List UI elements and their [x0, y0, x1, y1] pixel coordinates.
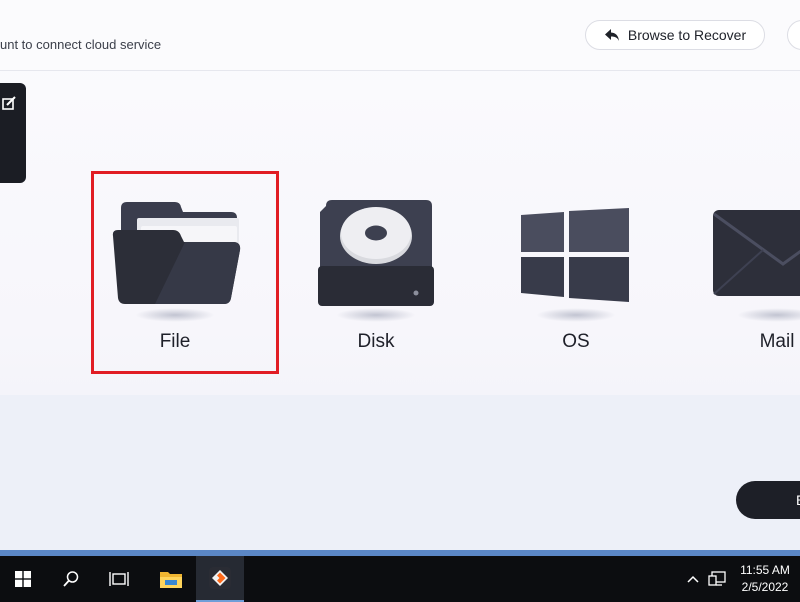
task-view-button[interactable]: [96, 556, 142, 602]
chevron-up-icon: [687, 575, 699, 583]
content-background: [0, 395, 800, 550]
edit-icon[interactable]: [2, 96, 16, 110]
task-view-icon: [109, 572, 129, 586]
app-window: unt to connect cloud service Browse to R…: [0, 0, 800, 550]
mail-tile-label: Mail: [759, 331, 795, 352]
network-button[interactable]: [704, 556, 730, 602]
disk-icon: [318, 200, 434, 306]
file-tile-label: File: [159, 331, 191, 352]
disk-tile-label: Disk: [357, 331, 395, 352]
clock-time: 11:55 AM: [740, 563, 790, 577]
os-tile[interactable]: OS: [496, 196, 656, 376]
back-arrow-icon: [604, 29, 619, 41]
disk-tile[interactable]: Disk: [296, 196, 456, 376]
file-explorer-icon: [160, 572, 182, 588]
top-bar: unt to connect cloud service Browse to R…: [0, 0, 800, 71]
recovery-app-taskbar-button[interactable]: [196, 556, 244, 602]
windows-icon: [521, 208, 629, 302]
taskbar-clock[interactable]: 11:55 AM 2/5/2022: [730, 562, 800, 596]
browse-to-recover-button[interactable]: Browse to Recover: [585, 20, 765, 50]
next-button[interactable]: E: [736, 481, 800, 519]
search-button[interactable]: [48, 556, 94, 602]
more-options-button[interactable]: [787, 20, 800, 50]
mail-icon: [713, 210, 800, 296]
start-button[interactable]: [0, 556, 46, 602]
side-panel[interactable]: [0, 83, 26, 183]
search-icon: [63, 571, 79, 587]
mail-tile[interactable]: Mail: [697, 196, 800, 376]
show-hidden-icons-button[interactable]: [682, 556, 704, 602]
file-tile[interactable]: File: [95, 196, 255, 376]
os-tile-label: OS: [562, 331, 590, 352]
folder-icon: [112, 202, 241, 304]
taskbar: 11:55 AM 2/5/2022: [0, 550, 800, 602]
system-tray: 11:55 AM 2/5/2022: [682, 556, 800, 602]
windows-start-icon: [15, 571, 31, 587]
network-icon: [708, 571, 726, 586]
next-button-label: E: [796, 492, 800, 508]
file-explorer-button[interactable]: [148, 556, 194, 602]
recovery-app-icon: [209, 567, 231, 589]
browse-to-recover-label: Browse to Recover: [627, 27, 747, 43]
clock-date: 2/5/2022: [741, 580, 789, 594]
cloud-service-prompt[interactable]: unt to connect cloud service: [0, 37, 161, 52]
